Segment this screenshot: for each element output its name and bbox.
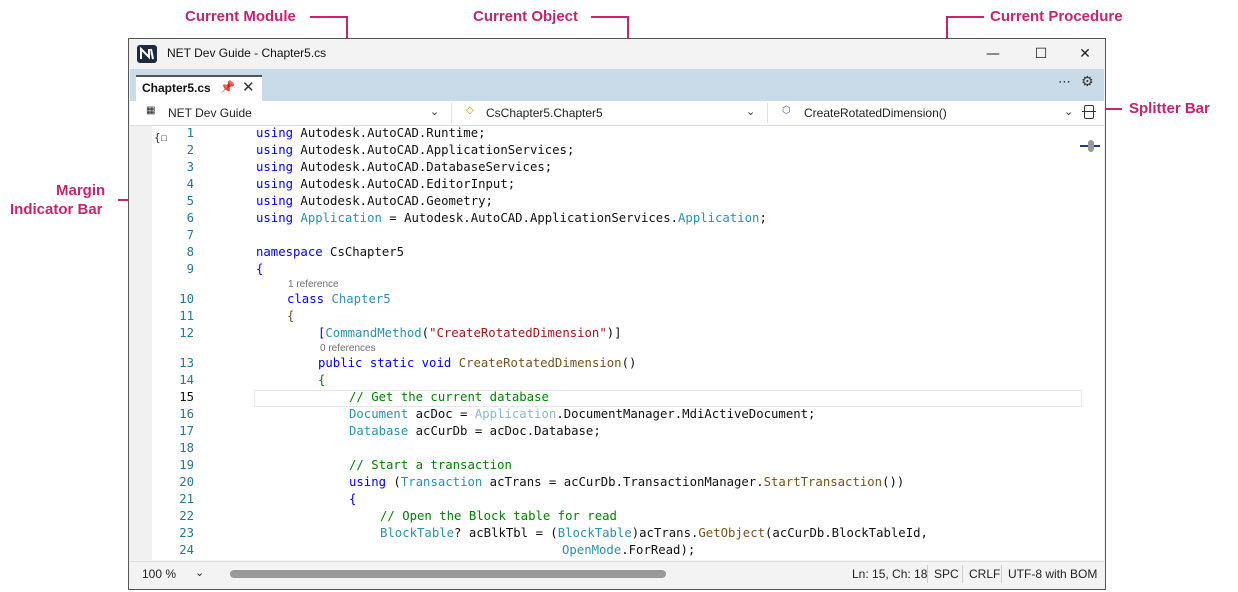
code-line: 20 using (Transaction acTrans = acCurDb.T… xyxy=(179,475,905,489)
module-label: NET Dev Guide xyxy=(168,106,252,120)
divider xyxy=(927,565,928,583)
code-line: 14{ xyxy=(179,373,326,387)
module-dropdown[interactable]: ▦ NET Dev Guide ⌄ xyxy=(138,103,446,123)
file-encoding[interactable]: UTF-8 with BOM xyxy=(1008,567,1097,581)
tab-chapter5[interactable]: Chapter5.cs 📌 ✕ xyxy=(136,75,262,101)
chevron-down-icon: ⌄ xyxy=(1064,106,1074,118)
callout-margin-indicator-2: Indicator Bar xyxy=(10,201,103,218)
code-line: 5 using Autodesk.AutoCAD.Geometry; xyxy=(186,194,493,208)
chevron-down-icon[interactable]: ⌄ xyxy=(195,566,204,579)
callout-line xyxy=(591,16,629,18)
method-icon: ⬡ xyxy=(782,105,791,116)
vertical-scrollbar[interactable] xyxy=(1080,126,1100,560)
callout-margin-indicator-1: Margin xyxy=(56,182,106,199)
code-line: 19// Start a transaction xyxy=(179,458,512,472)
code-line: 1 using Autodesk.AutoCAD.Runtime; xyxy=(186,126,486,140)
callout-current-module: Current Module xyxy=(185,8,296,25)
code-line: 23 BlockTable? acBlkTbl = (BlockTable)acT… xyxy=(179,526,928,540)
cursor-position[interactable]: Ln: 15, Ch: 18 xyxy=(852,567,927,581)
code-line: 7 xyxy=(186,228,194,242)
ide-window: NET Dev Guide - Chapter5.cs — ☐ ✕ Chapte… xyxy=(128,38,1106,590)
scrollbar-thumb[interactable] xyxy=(1088,140,1094,152)
code-line: 10 class Chapter5 xyxy=(179,292,391,306)
code-line: 8 namespace CsChapter5 xyxy=(186,245,405,259)
more-options-icon[interactable]: ⋯ xyxy=(1058,75,1071,90)
code-line: 6 using Application = Autodesk.AutoCAD.Ap… xyxy=(186,211,767,225)
code-line: 18 xyxy=(179,441,194,455)
divider xyxy=(1001,565,1002,583)
maximize-button[interactable]: ☐ xyxy=(1019,39,1063,69)
code-line: 21{ xyxy=(179,492,357,506)
close-window-button[interactable]: ✕ xyxy=(1063,39,1107,69)
divider xyxy=(451,103,452,123)
chevron-down-icon: ⌄ xyxy=(746,106,756,118)
code-editor[interactable]: {☐ 1 using Autodesk.AutoCAD.Runtime; 2 usi… xyxy=(130,126,1104,560)
callout-current-procedure: Current Procedure xyxy=(990,8,1123,25)
window-title: NET Dev Guide - Chapter5.cs xyxy=(167,46,327,60)
code-line: 4 using Autodesk.AutoCAD.EditorInput; xyxy=(186,177,516,191)
whitespace-mode[interactable]: SPC xyxy=(934,567,959,581)
code-line: 17 Database acCurDb = acDoc.Database; xyxy=(179,424,601,438)
callout-line xyxy=(310,16,348,18)
document-tab-bar: Chapter5.cs 📌 ✕ ⋯ ⚙ xyxy=(130,69,1104,101)
code-line: 2 using Autodesk.AutoCAD.ApplicationServi… xyxy=(186,143,575,157)
code-line: 9{ xyxy=(186,262,264,276)
divider xyxy=(962,565,963,583)
code-line: 13 public static void CreateRotatedDimens… xyxy=(179,356,637,370)
divider xyxy=(767,103,768,123)
codelens-references[interactable]: 0 references xyxy=(320,343,376,354)
gear-icon[interactable]: ⚙ xyxy=(1081,74,1094,90)
code-line: 24 OpenMode.ForRead); xyxy=(179,543,696,557)
object-dropdown[interactable]: ◇ CsChapter5.Chapter5 ⌄ xyxy=(458,103,762,123)
chevron-down-icon: ⌄ xyxy=(430,106,440,118)
object-label: CsChapter5.Chapter5 xyxy=(486,106,603,120)
csharp-project-icon: ▦ xyxy=(146,105,156,116)
tab-label: Chapter5.cs xyxy=(142,81,211,95)
dotnet-logo-icon xyxy=(137,45,157,63)
navigation-bar: ▦ NET Dev Guide ⌄ ◇ CsChapter5.Chapter5 … xyxy=(130,101,1104,126)
splitter-bar-icon[interactable] xyxy=(1082,105,1096,119)
line-ending[interactable]: CRLF xyxy=(969,567,1000,581)
pin-icon[interactable]: 📌 xyxy=(220,80,235,94)
minimize-button[interactable]: — xyxy=(971,39,1015,69)
code-line: 16 Document acDoc = Application.DocumentM… xyxy=(179,407,816,421)
procedure-dropdown[interactable]: ⬡ CreateRotatedDimension() ⌄ xyxy=(774,103,1078,123)
status-bar: 100 % ⌄ Ln: 15, Ch: 18 SPC CRLF UTF-8 wi… xyxy=(130,561,1104,586)
code-line: 11{ xyxy=(179,309,295,323)
callout-splitter-bar: Splitter Bar xyxy=(1129,100,1210,117)
code-line: 3 using Autodesk.AutoCAD.DatabaseServices… xyxy=(186,160,553,174)
callout-line xyxy=(946,16,984,18)
codelens-references[interactable]: 1 reference xyxy=(288,279,339,290)
code-line-current: 15// Get the current database xyxy=(179,390,549,404)
callout-current-object: Current Object xyxy=(473,8,579,25)
zoom-dropdown[interactable]: 100 % xyxy=(142,567,176,581)
class-icon: ◇ xyxy=(466,105,474,116)
procedure-label: CreateRotatedDimension() xyxy=(804,106,947,120)
close-tab-icon[interactable]: ✕ xyxy=(242,78,255,96)
code-line: 22// Open the Block table for read xyxy=(179,509,617,523)
title-bar: NET Dev Guide - Chapter5.cs — ☐ ✕ xyxy=(129,39,1105,69)
code-line: 12 [CommandMethod("CreateRotatedDimension… xyxy=(179,326,622,340)
horizontal-scrollbar-thumb[interactable] xyxy=(230,570,666,578)
